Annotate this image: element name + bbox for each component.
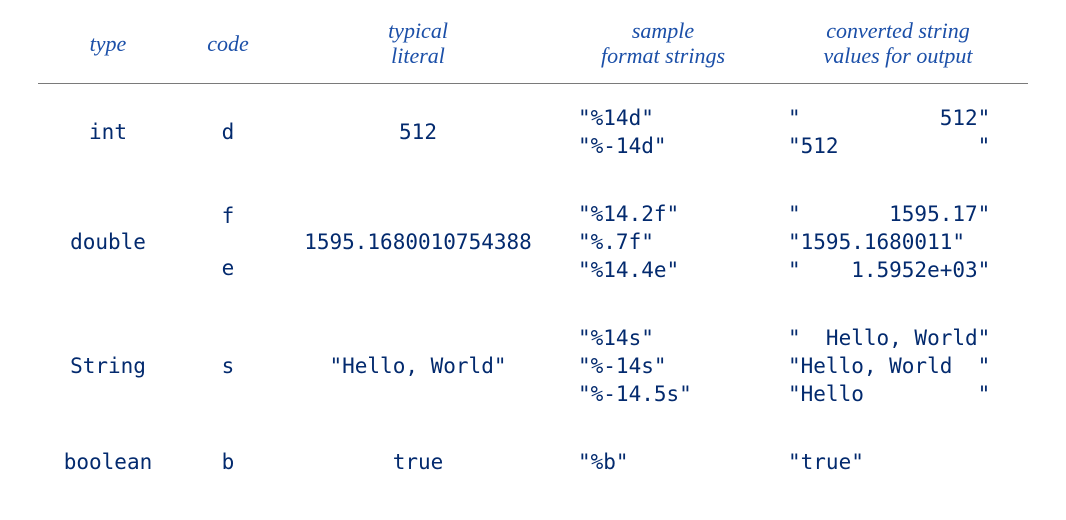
cell-output: " 512" (788, 106, 1024, 130)
cell-code: f (222, 204, 235, 228)
format-conversion-table-wrapper: type code typicalliteral sampleformat st… (0, 0, 1066, 496)
header-code: code (178, 12, 278, 83)
table-row: double f e 1595.1680010754388 "%14.2f" "… (38, 180, 1028, 304)
cell-output: "Hello, World " (788, 354, 1024, 378)
cell-literal: true (393, 450, 444, 474)
cell-format-string: "%14.4e" (578, 258, 764, 282)
cell-output: "Hello " (788, 382, 1024, 406)
table-row: int d 512 "%14d" "%-14d" " 512" "512 " (38, 83, 1028, 180)
cell-format-string: "%14s" (578, 326, 764, 350)
cell-format-string: "%14d" (578, 106, 764, 130)
cell-code: s (222, 354, 235, 378)
cell-code: e (222, 256, 235, 280)
cell-type: String (70, 354, 146, 378)
cell-output: "512 " (788, 134, 1024, 158)
header-type: type (38, 12, 178, 83)
cell-type: double (70, 230, 146, 254)
header-output: converted stringvalues for output (768, 12, 1028, 83)
cell-output: " 1595.17" (788, 202, 1024, 226)
cell-code: d (222, 120, 235, 144)
cell-type: int (89, 120, 127, 144)
cell-output: " 1.5952e+03" (788, 258, 1024, 282)
table-row: String s "Hello, World" "%14s" "%-14s" "… (38, 304, 1028, 428)
cell-literal: 512 (399, 120, 437, 144)
cell-literal: "Hello, World" (329, 354, 506, 378)
header-format: sampleformat strings (558, 12, 768, 83)
cell-format-string: "%-14.5s" (578, 382, 764, 406)
cell-output: "1595.1680011" (788, 230, 1024, 254)
cell-format-string: "%-14d" (578, 134, 764, 158)
cell-output: "true" (788, 450, 1024, 474)
header-literal: typicalliteral (278, 12, 558, 83)
cell-format-string: "%b" (578, 450, 764, 474)
cell-format-string: "%.7f" (578, 230, 764, 254)
cell-format-string: "%-14s" (578, 354, 764, 378)
cell-literal: 1595.1680010754388 (304, 230, 532, 254)
cell-code: b (222, 450, 235, 474)
cell-format-string: "%14.2f" (578, 202, 764, 226)
table-row: boolean b true "%b" "true" (38, 428, 1028, 496)
table-header: type code typicalliteral sampleformat st… (38, 12, 1028, 83)
cell-type: boolean (64, 450, 153, 474)
format-conversion-table: type code typicalliteral sampleformat st… (38, 12, 1028, 496)
cell-output: " Hello, World" (788, 326, 1024, 350)
